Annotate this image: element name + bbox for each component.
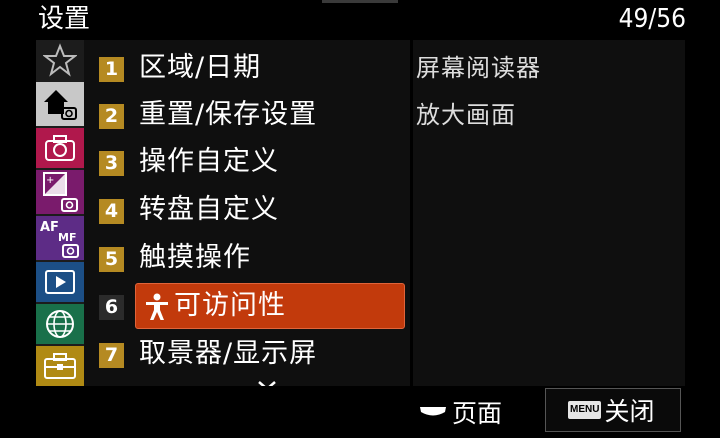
svg-text:+: +: [46, 175, 54, 186]
menu-item-label: 操作自定义: [139, 146, 279, 177]
menu-item-label: 区域/日期: [139, 52, 262, 83]
menu-key-icon: MENU: [568, 401, 602, 419]
menu-item-label: 可访问性: [174, 290, 286, 321]
top-indicator-bar: [322, 0, 398, 3]
camera-icon: [45, 135, 75, 161]
toolbox-icon: [44, 353, 76, 379]
af-mf-camera-icon: AF MF: [40, 220, 79, 258]
sidebar-item-playback[interactable]: [36, 262, 84, 302]
close-button-label: 关闭: [604, 397, 655, 426]
footer-bar: 页面 MENU 关闭: [0, 386, 720, 438]
menu-item-number: 7: [99, 343, 124, 368]
sidebar-item-main[interactable]: [36, 82, 84, 126]
page-title: 设置: [38, 4, 91, 34]
sidebar-item-setup[interactable]: [36, 346, 84, 386]
accessibility-icon: [146, 293, 168, 320]
star-icon: [43, 43, 77, 77]
page-button-label: 页面: [452, 399, 503, 428]
menu-item-label: 取景器/显示屏: [139, 338, 318, 369]
globe-icon: [46, 310, 74, 338]
home-camera-icon: [44, 90, 77, 120]
page-button[interactable]: 页面: [418, 394, 502, 430]
submenu-item-screen-reader[interactable]: 屏幕阅读器: [416, 52, 541, 84]
sidebar-item-focus[interactable]: AF MF: [36, 216, 84, 260]
page-indicator: 49/56: [618, 4, 686, 34]
menu-item-label: 重置/保存设置: [139, 99, 318, 130]
menu-item-accessibility[interactable]: 6 可访问性: [84, 283, 410, 329]
submenu-list: 屏幕阅读器 放大画面: [413, 40, 685, 386]
menu-item-touch-operation[interactable]: 5 触摸操作: [84, 235, 410, 279]
menu-item-number: 1: [99, 57, 124, 82]
menu-item-number: 5: [99, 247, 124, 272]
menu-item-number: 2: [99, 104, 124, 129]
sidebar-item-favorites[interactable]: [36, 40, 84, 80]
exposure-camera-icon: +: [43, 172, 78, 212]
menu-item-finder-monitor[interactable]: 7 取景器/显示屏: [84, 331, 410, 375]
svg-text:AF: AF: [40, 220, 59, 235]
menu-item-reset-save[interactable]: 2 重置/保存设置: [84, 92, 410, 136]
svg-text:MF: MF: [58, 231, 76, 244]
sidebar-item-exposure[interactable]: +: [36, 170, 84, 214]
menu-item-label: 触摸操作: [139, 242, 251, 273]
playback-icon: [45, 270, 75, 294]
menu-item-operation-custom[interactable]: 3 操作自定义: [84, 139, 410, 183]
sidebar-item-network[interactable]: [36, 304, 84, 344]
setup-menu-list: 1 区域/日期 2 重置/保存设置 3 操作自定义 4 转盘自定义 5 触摸操作…: [84, 40, 410, 391]
menu-item-number: 6: [99, 295, 124, 320]
sidebar-item-shooting[interactable]: [36, 128, 84, 168]
header-bar: 设置 49/56: [0, 0, 720, 40]
menu-item-number: 4: [99, 199, 124, 224]
sidebar: + AF MF: [36, 40, 84, 386]
close-button[interactable]: MENU 关闭: [545, 388, 681, 432]
menu-item-region-date[interactable]: 1 区域/日期: [84, 45, 410, 89]
menu-item-number: 3: [99, 151, 124, 176]
menu-item-label: 转盘自定义: [139, 194, 279, 225]
submenu-item-magnify-display[interactable]: 放大画面: [416, 99, 516, 131]
menu-item-dial-custom[interactable]: 4 转盘自定义: [84, 187, 410, 231]
page-dial-icon: [420, 407, 446, 416]
